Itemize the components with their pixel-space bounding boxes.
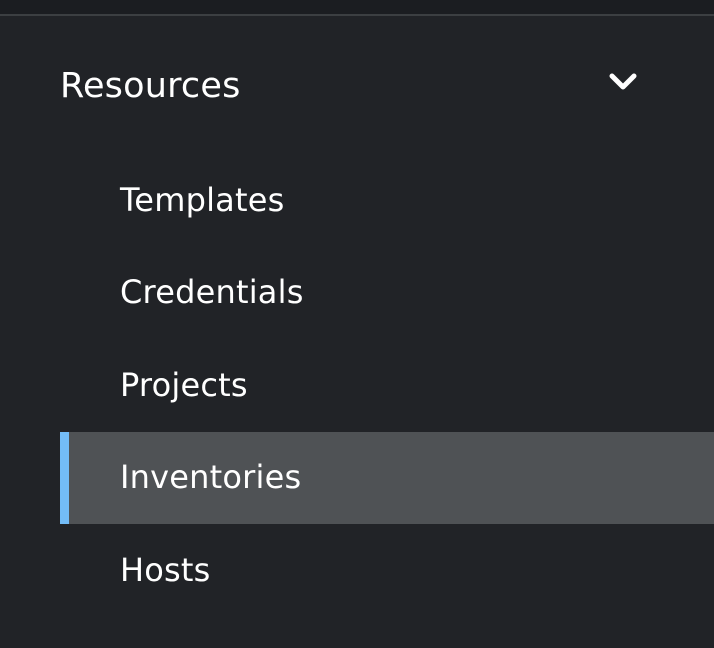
sidebar-item-label: Hosts (120, 551, 211, 589)
chevron-down-icon (609, 73, 637, 90)
sidebar-item-label: Inventories (120, 458, 302, 496)
sidebar-item-inventories[interactable]: Inventories (60, 432, 714, 524)
sidebar-item-hosts[interactable]: Hosts (60, 525, 714, 617)
sidebar-item-label: Projects (120, 366, 248, 404)
sidebar-item-credentials[interactable]: Credentials (60, 247, 714, 339)
active-indicator (60, 432, 69, 524)
sidebar-item-label: Credentials (120, 273, 304, 311)
section-title: Resources (60, 66, 241, 106)
sidebar-item-label: Templates (120, 181, 285, 219)
sidebar-item-projects[interactable]: Projects (60, 340, 714, 432)
sidebar-nav: Resources Templates Credentials Projects… (0, 0, 714, 648)
resources-section-toggle[interactable]: Resources (0, 40, 714, 132)
top-divider (0, 0, 714, 16)
sidebar-item-templates[interactable]: Templates (60, 155, 714, 247)
